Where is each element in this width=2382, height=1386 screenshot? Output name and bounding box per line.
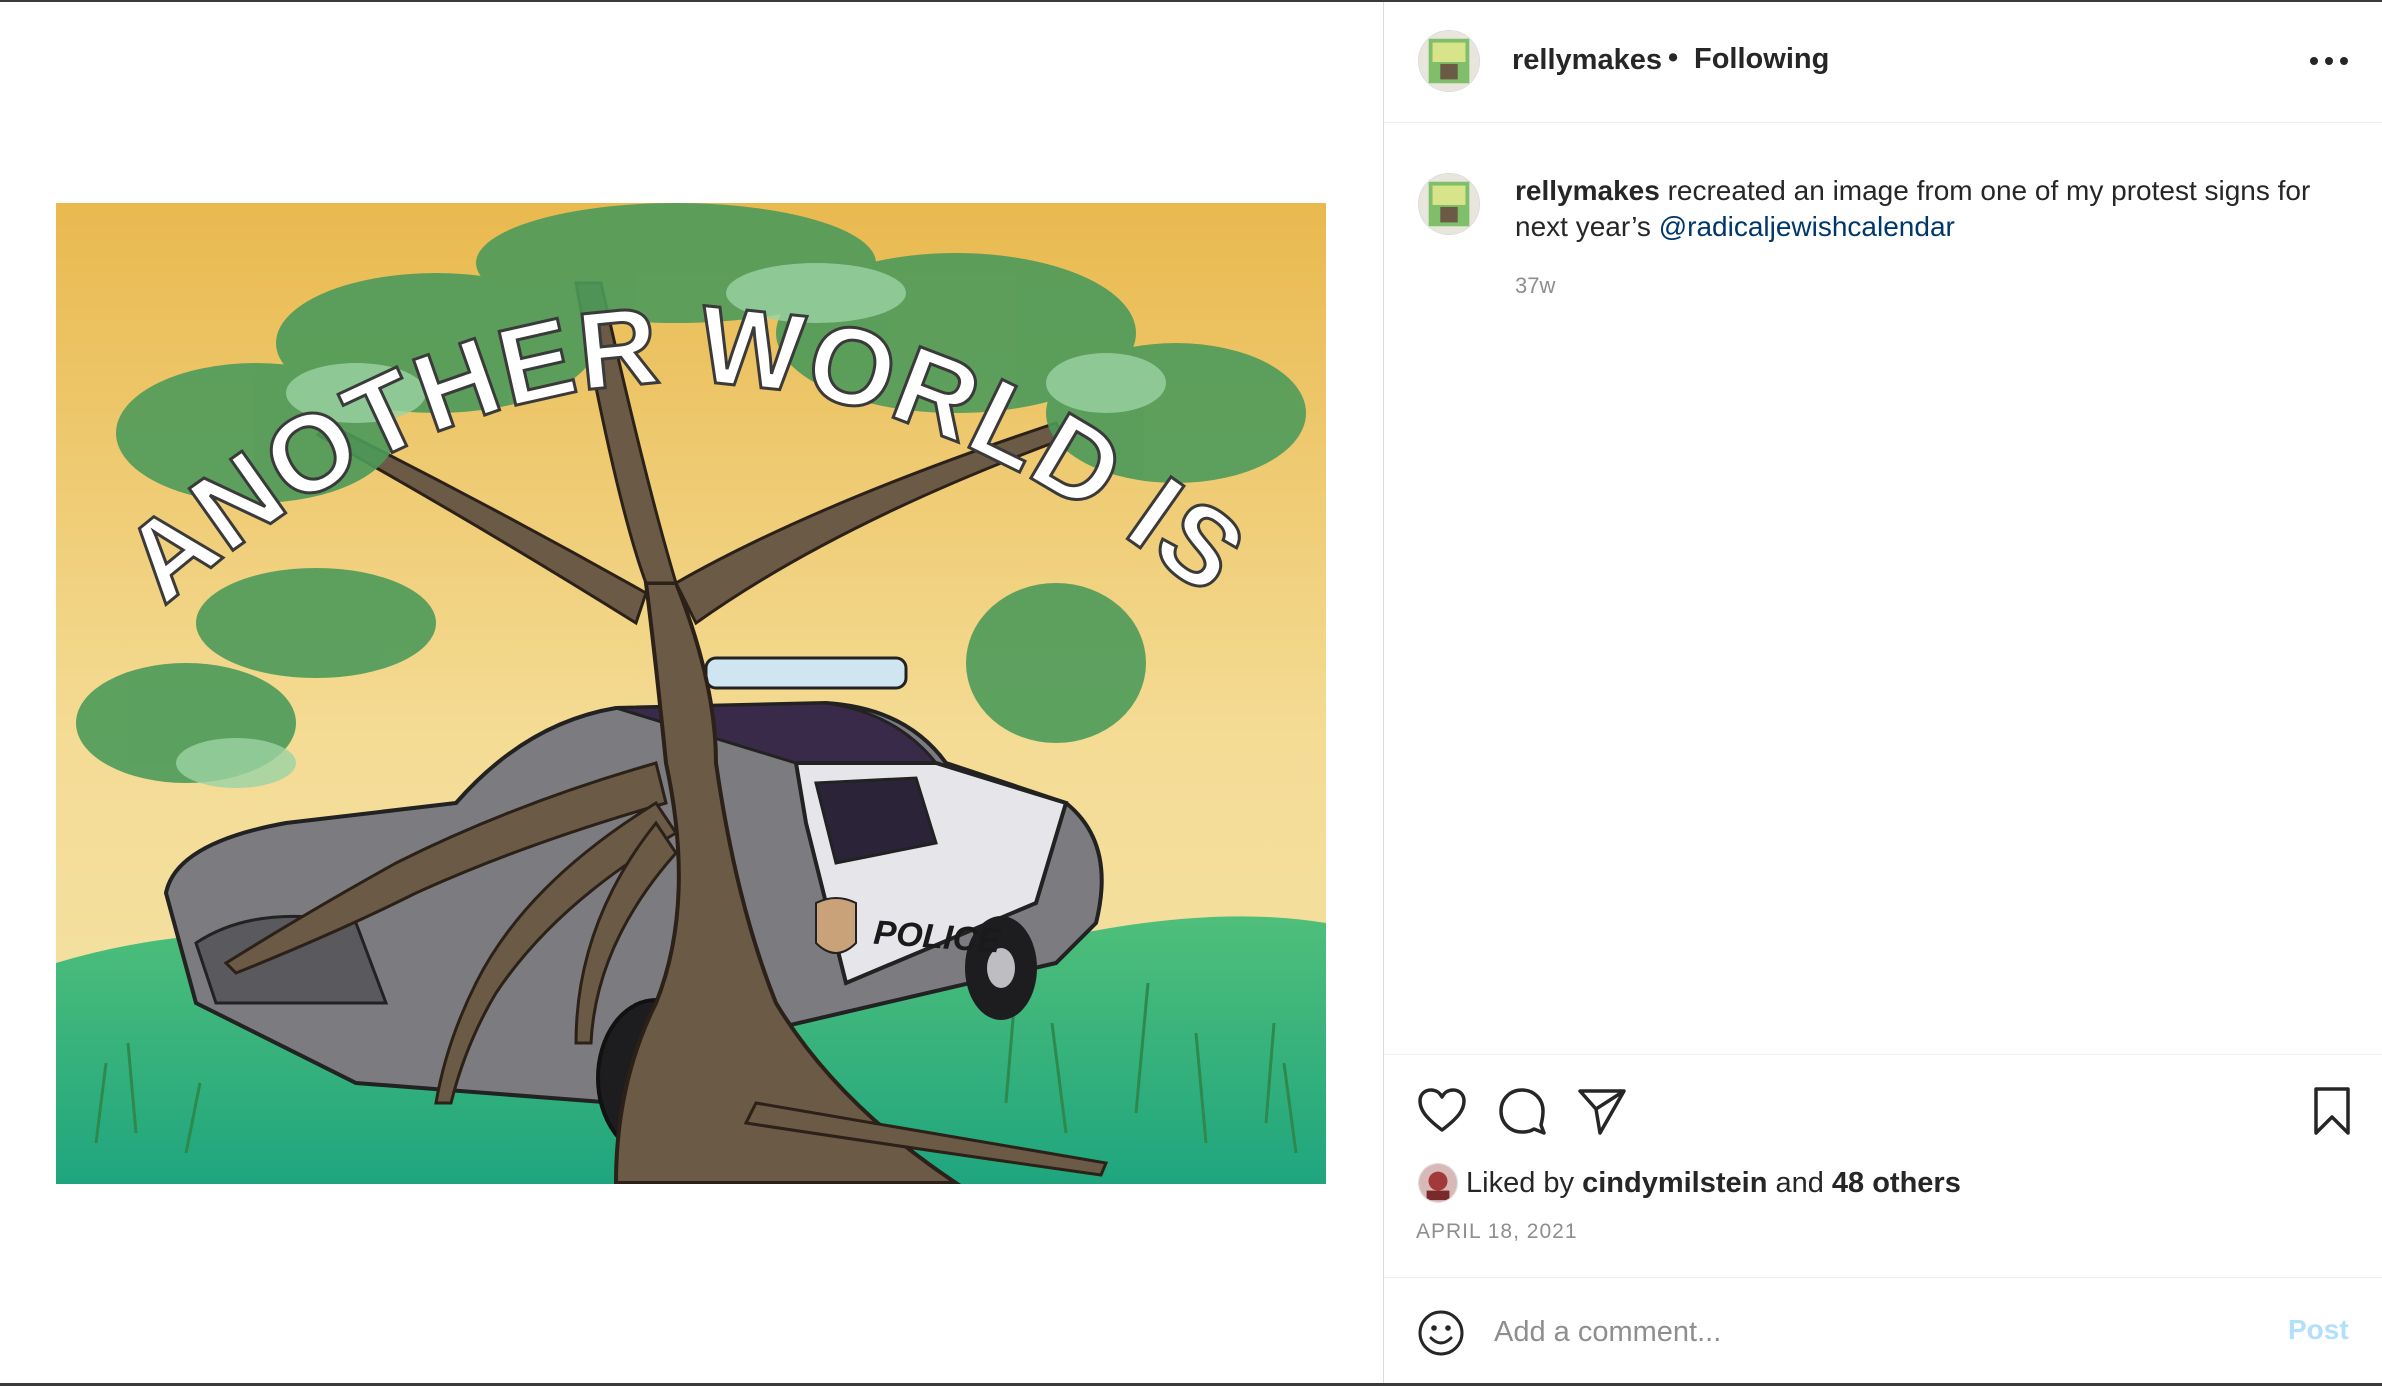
post-sidebar: rellymakes • Following rellymakes recrea… — [1383, 2, 2382, 1383]
smiley-icon — [1418, 1310, 1464, 1356]
following-button[interactable]: Following — [1694, 43, 1829, 76]
post-comment-button[interactable]: Post — [2288, 1314, 2349, 1346]
liker-username[interactable]: cindymilstein — [1582, 1167, 1767, 1200]
action-bar — [1384, 1054, 2382, 1162]
comment-input[interactable] — [1494, 1306, 2254, 1358]
emoji-button[interactable] — [1416, 1308, 1466, 1358]
post-header: rellymakes • Following — [1384, 2, 2382, 123]
author-avatar[interactable] — [1418, 30, 1480, 92]
comment-icon — [1499, 1088, 1546, 1135]
post-image[interactable]: POLICE ANOTHER WORLD IS — [56, 203, 1326, 1184]
comment-button[interactable] — [1496, 1085, 1548, 1137]
more-horizontal-icon — [2310, 57, 2348, 65]
likes-prefix: Liked by — [1466, 1166, 1583, 1199]
likes-middle: and — [1767, 1166, 1832, 1199]
media-pane: POLICE ANOTHER WORLD IS — [0, 2, 1383, 1383]
liker-avatar-icon — [1419, 1164, 1457, 1202]
post-date[interactable]: APRIL 18, 2021 — [1416, 1220, 1578, 1244]
send-icon — [1578, 1089, 1626, 1135]
post-artwork: POLICE ANOTHER WORLD IS — [56, 203, 1326, 1184]
avatar-thumbnail-icon — [1419, 31, 1479, 91]
bookmark-icon — [2314, 1087, 2350, 1135]
caption-avatar[interactable] — [1418, 173, 1480, 235]
like-button[interactable] — [1416, 1085, 1468, 1137]
likes-others-link[interactable]: 48 others — [1832, 1167, 1961, 1200]
caption-mention-link[interactable]: @radicaljewishcalendar — [1659, 211, 1955, 242]
caption-timestamp[interactable]: 37w — [1515, 273, 1555, 299]
share-button[interactable] — [1576, 1085, 1628, 1137]
header-separator: • — [1668, 42, 1679, 74]
save-button[interactable] — [2306, 1085, 2358, 1137]
header-username[interactable]: rellymakes — [1512, 44, 1662, 77]
caption-username[interactable]: rellymakes — [1515, 175, 1660, 206]
likes-summary: Liked by cindymilstein and 48 others — [1418, 1162, 1961, 1204]
comment-bar: Post — [1384, 1277, 2382, 1383]
more-options-button[interactable] — [2306, 46, 2352, 76]
liker-avatar[interactable] — [1418, 1163, 1458, 1203]
heart-icon — [1418, 1088, 1466, 1132]
caption-text: rellymakes recreated an image from one o… — [1515, 173, 2355, 245]
avatar-thumbnail-icon — [1419, 174, 1479, 234]
